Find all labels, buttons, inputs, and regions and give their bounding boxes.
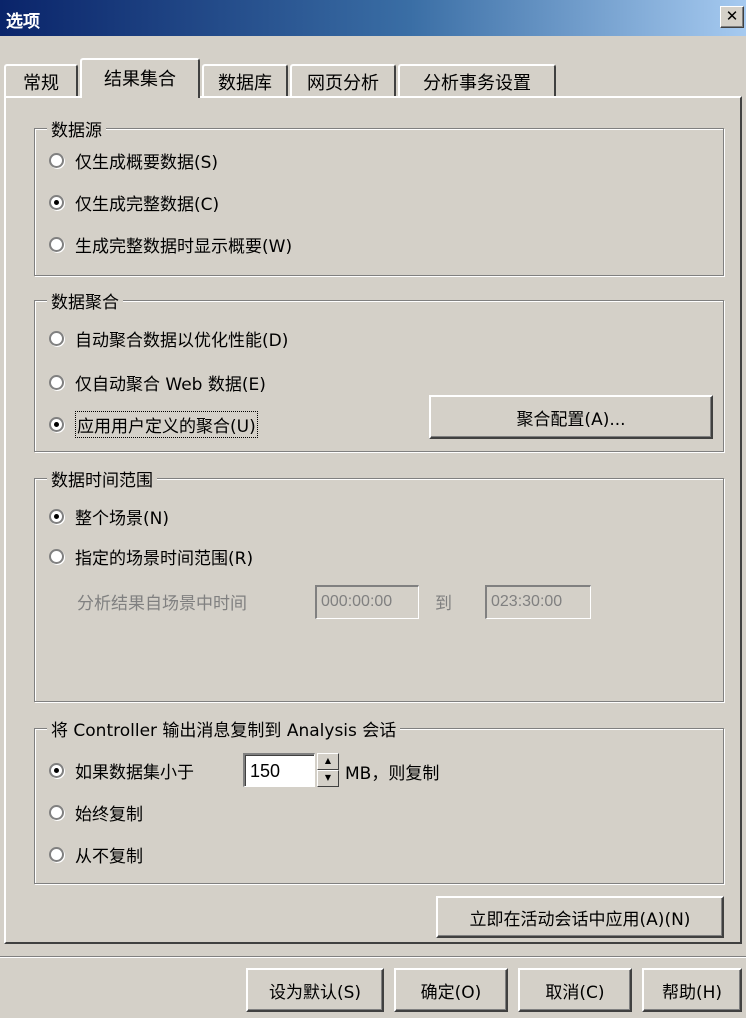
range-label: 分析结果自场景中时间 (77, 594, 247, 614)
size-threshold-input[interactable]: 150 (243, 753, 315, 787)
time-range-group: 数据时间范围 整个场景(N) 指定的场景时间范围(R) 分析结果自场景中时间 0… (34, 466, 724, 702)
tab-transaction-settings[interactable]: 分析事务设置 (398, 64, 556, 96)
radio-complete-only[interactable]: 仅生成完整数据(C) (49, 189, 219, 215)
tab-strip: 常规 结果集合 数据库 网页分析 分析事务设置 (0, 58, 746, 98)
window-title: 选项 (6, 12, 40, 32)
close-icon: ✕ (725, 7, 739, 25)
copy-messages-group: 将 Controller 输出消息复制到 Analysis 会话 如果数据集小于… (34, 716, 724, 884)
radio-label: 仅生成完整数据(C) (75, 194, 220, 215)
aggregation-legend: 数据聚合 (47, 288, 123, 313)
range-start-value: 000:00:00 (321, 593, 393, 610)
radio-label: 从不复制 (75, 846, 143, 867)
tab-label: 分析事务设置 (423, 73, 531, 94)
radio-button-checked[interactable] (49, 416, 64, 432)
radio-button-checked[interactable] (49, 508, 64, 524)
set-default-button[interactable]: 设为默认(S) (246, 968, 384, 1012)
radio-button[interactable] (49, 846, 64, 862)
data-source-legend: 数据源 (47, 116, 106, 141)
apply-now-button[interactable]: 立即在活动会话中应用(A)(N) (436, 896, 724, 938)
radio-button[interactable] (49, 374, 64, 390)
button-label: 确定(O) (420, 982, 482, 1003)
radio-label: 始终复制 (75, 804, 143, 825)
aggregation-group: 数据聚合 自动聚合数据以优化性能(D) 仅自动聚合 Web 数据(E) 应用用户… (34, 288, 724, 452)
tab-web-analysis[interactable]: 网页分析 (290, 64, 396, 96)
radio-always-copy[interactable]: 始终复制 (49, 799, 143, 825)
tab-label: 网页分析 (307, 73, 379, 94)
radio-show-summary[interactable]: 生成完整数据时显示概要(W) (49, 231, 292, 257)
radio-label: 应用用户定义的聚合(U) (75, 410, 258, 438)
ok-button[interactable]: 确定(O) (394, 968, 508, 1012)
radio-label: 如果数据集小于 (75, 762, 194, 783)
radio-button[interactable] (49, 152, 64, 168)
button-label: 设为默认(S) (268, 982, 362, 1003)
tab-database[interactable]: 数据库 (202, 64, 288, 96)
footer-separator (0, 956, 746, 958)
radio-auto-aggregate[interactable]: 自动聚合数据以优化性能(D) (49, 325, 288, 351)
radio-button[interactable] (49, 804, 64, 820)
radio-button-checked[interactable] (49, 194, 64, 210)
cancel-button[interactable]: 取消(C) (518, 968, 632, 1012)
radio-label: 整个场景(N) (75, 508, 169, 529)
radio-label: 指定的场景时间范围(R) (75, 548, 254, 569)
radio-button-checked[interactable] (49, 762, 64, 778)
copy-messages-legend: 将 Controller 输出消息复制到 Analysis 会话 (47, 716, 401, 741)
arrow-up-icon: ▲ (324, 756, 332, 765)
radio-web-aggregate[interactable]: 仅自动聚合 Web 数据(E) (49, 369, 266, 395)
options-dialog: 选项 ✕ 常规 结果集合 数据库 网页分析 分析事务设置 数据源 仅生成概要数据… (0, 0, 746, 1018)
radio-button[interactable] (49, 330, 64, 346)
range-start-field: 000:00:00 (315, 585, 419, 619)
radio-copy-if-small[interactable]: 如果数据集小于 (49, 757, 194, 783)
radio-button[interactable] (49, 236, 64, 252)
arrow-down-icon: ▼ (324, 773, 332, 782)
radio-summary-only[interactable]: 仅生成概要数据(S) (49, 147, 218, 173)
radio-label: 仅生成概要数据(S) (75, 152, 219, 173)
spin-down-button[interactable]: ▼ (317, 770, 339, 787)
radio-user-aggregate[interactable]: 应用用户定义的聚合(U) (49, 410, 258, 438)
button-label: 聚合配置(A)... (516, 409, 626, 430)
radio-label: 自动聚合数据以优化性能(D) (75, 330, 289, 351)
size-threshold-value: 150 (250, 761, 281, 781)
tab-result-collection[interactable]: 结果集合 (80, 58, 200, 98)
button-label: 立即在活动会话中应用(A)(N) (469, 909, 691, 930)
title-bar[interactable]: 选项 ✕ (0, 0, 746, 36)
tab-label: 数据库 (218, 73, 272, 94)
button-label: 帮助(H) (661, 982, 723, 1003)
range-end-field: 023:30:00 (485, 585, 591, 619)
radio-label: 仅自动聚合 Web 数据(E) (75, 374, 266, 395)
radio-specific-range[interactable]: 指定的场景时间范围(R) (49, 543, 253, 569)
spin-up-button[interactable]: ▲ (317, 753, 339, 770)
radio-button[interactable] (49, 548, 64, 564)
range-to-label: 到 (435, 594, 452, 614)
close-button[interactable]: ✕ (720, 6, 744, 28)
button-label: 取消(C) (545, 982, 605, 1003)
radio-label: 生成完整数据时显示概要(W) (75, 236, 293, 257)
time-range-legend: 数据时间范围 (47, 466, 157, 491)
aggregation-config-button[interactable]: 聚合配置(A)... (429, 395, 713, 439)
range-end-value: 023:30:00 (491, 593, 563, 610)
radio-whole-scenario[interactable]: 整个场景(N) (49, 503, 169, 529)
tab-label: 常规 (23, 73, 59, 94)
size-suffix: MB，则复制 (345, 764, 440, 784)
radio-never-copy[interactable]: 从不复制 (49, 841, 143, 867)
help-button[interactable]: 帮助(H) (642, 968, 742, 1012)
tab-label: 结果集合 (104, 69, 176, 90)
tab-general[interactable]: 常规 (4, 64, 78, 96)
data-source-group: 数据源 仅生成概要数据(S) 仅生成完整数据(C) 生成完整数据时显示概要(W) (34, 116, 724, 276)
